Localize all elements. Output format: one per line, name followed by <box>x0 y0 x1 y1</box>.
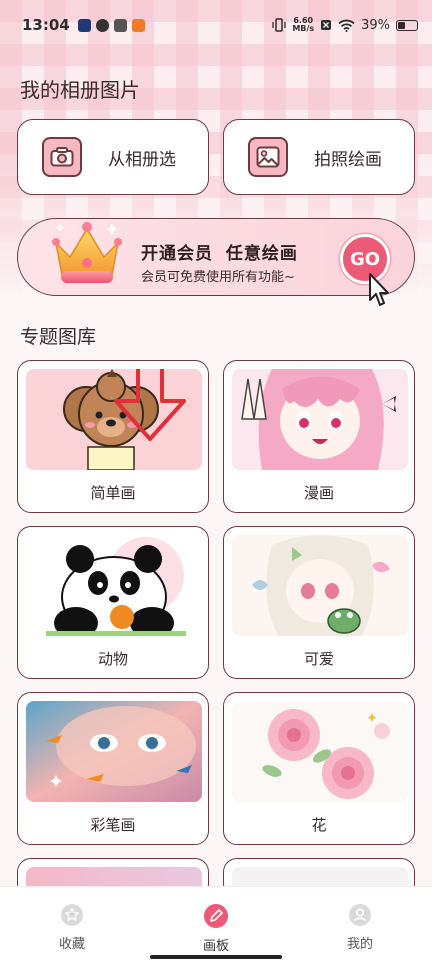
app-notification-icon <box>113 18 127 32</box>
category-label: 可爱 <box>303 650 334 668</box>
category-card-flower[interactable]: 花 <box>223 692 415 845</box>
page-title: 我的相册图片 <box>20 78 140 102</box>
category-label: 花 <box>311 816 327 834</box>
category-card-manga[interactable]: 漫画 <box>223 360 415 513</box>
nav-mine[interactable]: 我的 <box>288 887 432 964</box>
vip-subtitle: 会员可免费使用所有功能~ <box>141 270 295 285</box>
battery-icon <box>396 19 418 31</box>
nav-drawing-label: 画板 <box>202 939 229 954</box>
nav-drawing[interactable]: 画板 <box>144 887 288 964</box>
network-speed: 6.60 MB/s <box>292 16 315 33</box>
app-notification-icon <box>131 18 145 32</box>
battery-text: 39% <box>361 17 390 33</box>
photo-draw-button[interactable]: 拍照绘画 <box>223 119 415 195</box>
category-label: 简单画 <box>90 484 136 502</box>
sim-off-icon <box>321 20 332 30</box>
section-title: 专题图库 <box>20 326 97 348</box>
status-bar: 13:04 6.60 MB/s 39% <box>0 0 432 50</box>
app-notification-icon <box>95 18 109 32</box>
category-card-cute[interactable]: 可爱 <box>223 526 415 679</box>
category-label: 动物 <box>97 650 128 668</box>
camera-icon <box>42 137 82 177</box>
category-image <box>232 369 408 470</box>
crown-icon <box>52 222 122 283</box>
home-indicator[interactable] <box>150 955 282 959</box>
album-select-label: 从相册选 <box>108 149 176 170</box>
category-card-simple[interactable]: 简单画 <box>17 360 209 513</box>
category-image <box>232 701 408 802</box>
category-image <box>232 535 408 636</box>
category-image <box>26 535 202 636</box>
nav-favorites[interactable]: 收藏 <box>0 887 144 964</box>
pointer-cursor-icon <box>369 273 389 306</box>
vip-banner[interactable]: 开通会员 任意绘画 会员可免费使用所有功能~ GO <box>17 218 415 296</box>
vip-title: 开通会员 任意绘画 <box>141 244 298 264</box>
pencil-icon <box>204 904 228 928</box>
user-icon <box>349 904 371 926</box>
star-icon <box>61 904 83 926</box>
category-card-animal[interactable]: 动物 <box>17 526 209 679</box>
app-notification-icon <box>77 18 91 32</box>
category-card-crayon[interactable]: 彩笔画 <box>17 692 209 845</box>
image-icon <box>248 137 288 177</box>
vibrate-icon <box>272 18 286 32</box>
category-image <box>26 701 202 802</box>
bottom-navigation: 收藏 画板 我的 <box>0 886 432 964</box>
category-label: 漫画 <box>303 484 334 502</box>
status-time: 13:04 <box>22 16 70 34</box>
nav-favorites-label: 收藏 <box>58 937 85 952</box>
album-select-button[interactable]: 从相册选 <box>17 119 209 195</box>
wifi-icon <box>338 19 355 32</box>
photo-draw-label: 拍照绘画 <box>314 149 382 170</box>
nav-mine-label: 我的 <box>346 937 373 952</box>
category-image <box>26 369 202 470</box>
category-label: 彩笔画 <box>90 816 136 834</box>
